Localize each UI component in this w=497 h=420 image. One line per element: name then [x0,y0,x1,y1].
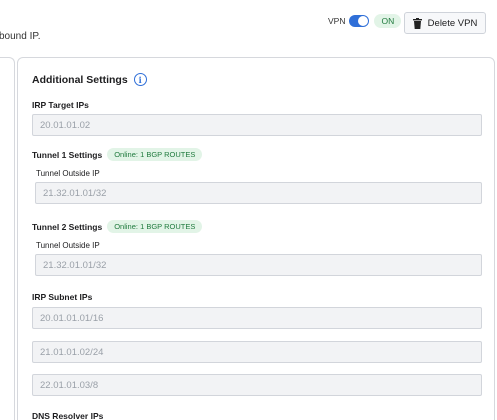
vpn-toggle-switch[interactable] [349,15,370,27]
vpn-settings-page: bound IP. VPN ON Delete VPN Additional S… [0,0,497,420]
tunnel2-label: Tunnel 2 Settings [32,221,103,232]
trash-icon [412,17,422,29]
tunnel1-status-badge: Online: 1 BGP ROUTES [107,148,203,161]
irp-target-input[interactable]: 20.01.01.02 [32,114,482,136]
tunnel2-outside-ip-input[interactable]: 21.32.01.01/32 [35,254,482,276]
irp-subnet-input-3[interactable]: 22.01.01.03/8 [32,374,482,396]
tunnel1-outside-ip-label: Tunnel Outside IP [36,169,100,178]
left-card-edge [0,57,15,420]
tunnel2-status-badge: Online: 1 BGP ROUTES [107,220,203,233]
irp-subnet-label: IRP Subnet IPs [32,292,93,302]
vpn-label: VPN [328,16,346,26]
page-description: bound IP. [0,31,41,42]
dns-resolver-label: DNS Resolver IPs [32,411,104,420]
panel-title: Additional Settings [32,73,128,86]
vpn-toggle-group: VPN ON [328,14,402,28]
panel-header: Additional Settings i [32,73,147,86]
tunnel2-header: Tunnel 2 Settings Online: 1 BGP ROUTES [32,220,203,233]
delete-vpn-button[interactable]: Delete VPN [404,12,486,34]
vpn-status-badge: ON [374,14,402,28]
irp-subnet-input-2[interactable]: 21.01.01.02/24 [32,341,482,363]
delete-vpn-label: Delete VPN [427,17,478,29]
toggle-knob [358,16,369,26]
info-icon[interactable]: i [133,73,147,86]
tunnel1-label: Tunnel 1 Settings [32,149,103,160]
tunnel1-outside-ip-input[interactable]: 21.32.01.01/32 [35,182,482,204]
irp-subnet-input-1[interactable]: 20.01.01.01/16 [32,307,482,329]
tunnel2-outside-ip-label: Tunnel Outside IP [36,241,100,250]
additional-settings-panel: Additional Settings i IRP Target IPs 20.… [17,57,495,420]
tunnel1-header: Tunnel 1 Settings Online: 1 BGP ROUTES [32,148,203,161]
irp-target-label: IRP Target IPs [32,100,89,110]
